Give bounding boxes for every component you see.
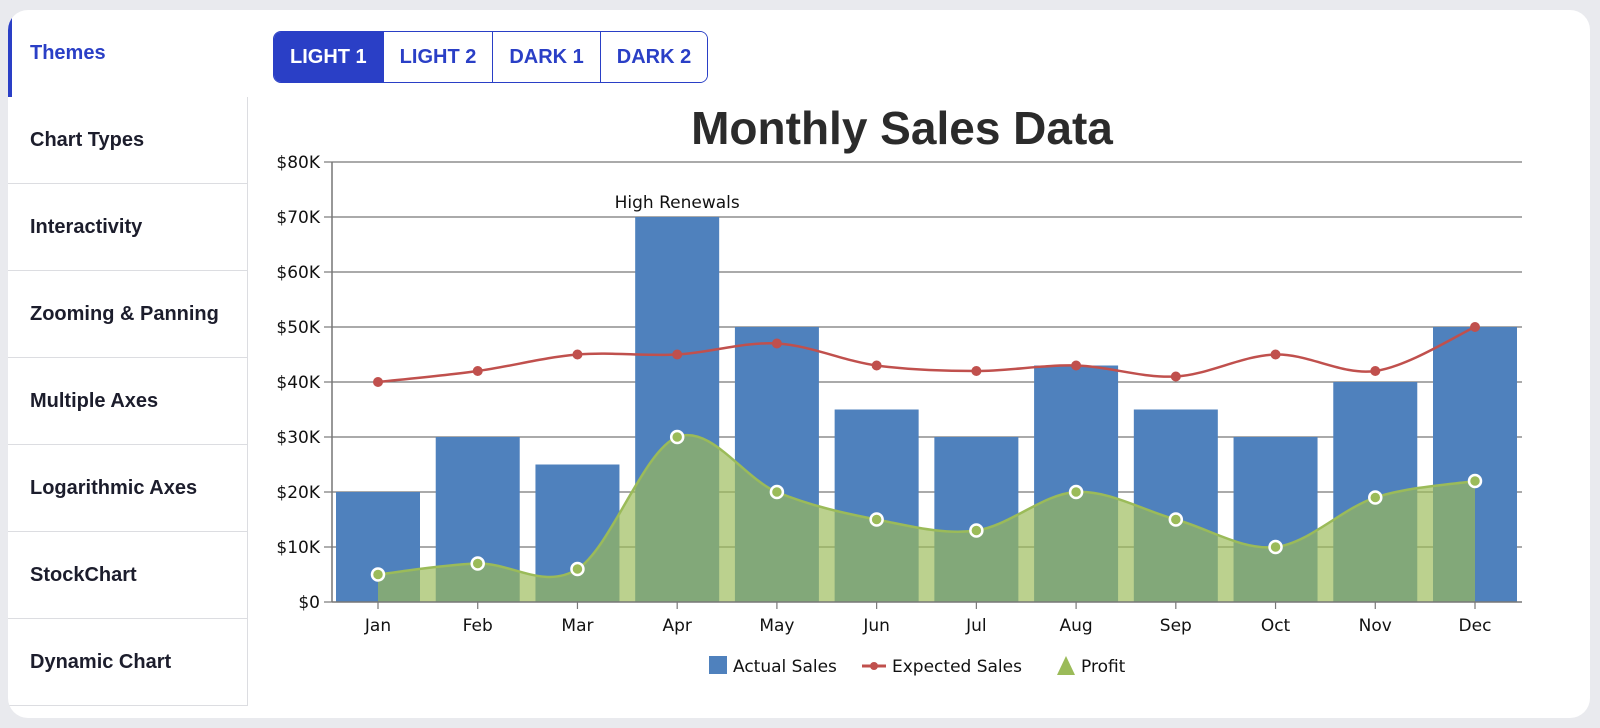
legend-marker-expected-sales — [870, 662, 878, 670]
expected-sales-marker — [1270, 349, 1281, 360]
profit-marker — [1268, 539, 1283, 555]
x-tick-label: May — [759, 616, 794, 636]
expected-sales-marker — [1170, 371, 1181, 382]
y-tick-label: $20K — [276, 483, 320, 503]
expected-sales-line — [377, 325, 1476, 384]
y-tick-label: $0 — [298, 593, 320, 613]
profit-marker — [570, 561, 585, 577]
legend-label-profit: Profit — [1081, 657, 1126, 677]
chart: Monthly Sales Data $0 $10K $20K $30K $40K $50… — [276, 102, 1522, 677]
x-tick-label: Sep — [1160, 616, 1192, 636]
x-tick-label: Jul — [965, 616, 987, 636]
y-tick-label: $40K — [276, 373, 320, 393]
legend-swatch-profit — [1057, 656, 1075, 675]
expected-sales-marker — [572, 349, 583, 360]
legend-swatch-actual-sales — [709, 656, 727, 674]
legend-label-actual-sales: Actual Sales — [733, 657, 837, 677]
y-tick-label: $70K — [276, 208, 320, 228]
profit-marker — [1168, 512, 1184, 527]
x-tick-label: Feb — [463, 616, 493, 636]
legend-label-expected-sales: Expected Sales — [892, 657, 1022, 677]
y-tick-label: $50K — [276, 318, 320, 338]
x-tick-label: Nov — [1359, 616, 1392, 636]
bar-annotation: High Renewals — [615, 193, 740, 213]
profit-marker — [669, 429, 685, 445]
profit-marker — [969, 523, 984, 538]
expected-sales-marker — [1370, 366, 1381, 376]
chart-title: Monthly Sales Data — [691, 102, 1113, 154]
profit-marker — [470, 556, 485, 571]
y-tick-label: $10K — [276, 538, 320, 558]
profit-marker — [769, 484, 785, 500]
expected-sales-marker — [373, 377, 383, 387]
expected-sales-marker — [971, 366, 982, 376]
profit-marker — [1068, 484, 1084, 500]
x-tick-label: Apr — [662, 616, 691, 636]
expected-sales-marker — [672, 349, 683, 360]
profit-marker — [1467, 473, 1483, 489]
profit-marker — [370, 567, 386, 582]
x-tick-label: Aug — [1059, 616, 1092, 636]
profit-marker — [1368, 490, 1383, 505]
x-tick-label: Mar — [561, 616, 593, 636]
x-tick-label: Jun — [862, 616, 890, 636]
expected-sales-marker — [1470, 322, 1480, 332]
x-tick-label: Dec — [1459, 616, 1492, 636]
x-tick-label: Oct — [1261, 616, 1291, 636]
y-tick-label: $60K — [276, 263, 320, 283]
expected-sales-marker — [472, 366, 483, 376]
profit-marker — [869, 512, 884, 527]
expected-sales-marker — [1071, 360, 1082, 371]
y-tick-label: $80K — [276, 153, 320, 173]
expected-sales-marker — [871, 360, 882, 371]
expected-sales-marker — [771, 338, 782, 349]
y-tick-label: $30K — [276, 428, 320, 448]
x-tick-label: Jan — [364, 616, 391, 636]
